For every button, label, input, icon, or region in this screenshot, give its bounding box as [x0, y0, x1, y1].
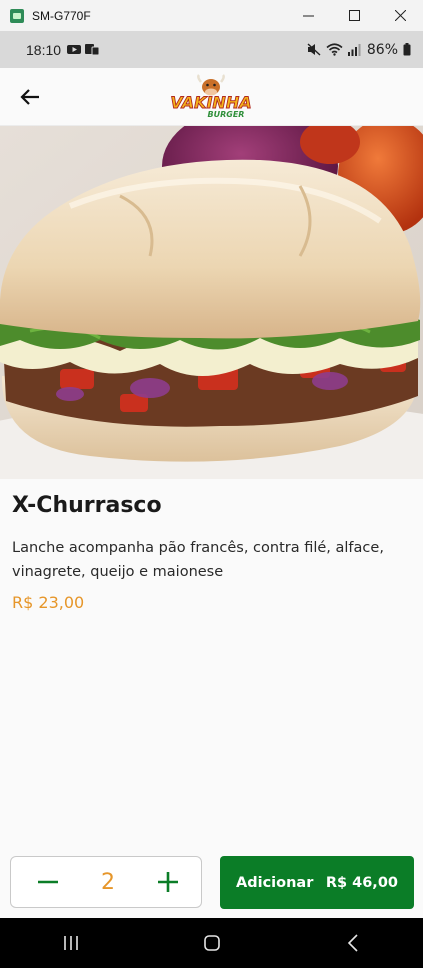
- back-button[interactable]: [10, 77, 50, 117]
- vakinha-burger-logo: VAKINHA BURGER: [170, 74, 252, 119]
- youtube-icon: [67, 45, 82, 54]
- window-title: SM-G770F: [32, 8, 91, 23]
- wifi-icon: [326, 43, 343, 56]
- mute-icon: [307, 43, 321, 56]
- add-button-label: Adicionar: [236, 874, 314, 891]
- android-navigation-bar: [0, 918, 423, 968]
- screen-mirror-icon: [85, 44, 100, 55]
- battery-icon: [403, 43, 411, 56]
- window-titlebar: SM-G770F: [0, 0, 423, 32]
- minimize-window-button[interactable]: [285, 0, 331, 31]
- back-nav-button[interactable]: [323, 923, 383, 963]
- signal-icon: [347, 44, 361, 56]
- add-to-cart-button[interactable]: Adicionar R$ 46,00: [220, 856, 414, 909]
- status-bar: 18:10 86%: [0, 31, 423, 68]
- product-details: X-Churrasco Lanche acompanha pão francês…: [0, 479, 423, 612]
- product-description: Lanche acompanha pão francês, contra fil…: [12, 540, 384, 580]
- close-window-button[interactable]: [377, 0, 423, 31]
- quantity-stepper: 2: [10, 856, 202, 908]
- minus-icon: [38, 880, 58, 884]
- bottom-actions: 2 Adicionar R$ 46,00: [0, 856, 423, 918]
- quantity-value: 2: [101, 869, 115, 895]
- status-notification-icons: [67, 44, 100, 55]
- maximize-window-button[interactable]: [331, 0, 377, 31]
- decrease-quantity-button[interactable]: [35, 869, 61, 895]
- product-name: X-Churrasco: [12, 493, 162, 518]
- home-button[interactable]: [182, 923, 242, 963]
- status-system-icons: 86%: [307, 42, 411, 58]
- window-controls: [285, 0, 423, 31]
- product-price: R$ 23,00: [12, 593, 85, 612]
- recent-apps-button[interactable]: [41, 923, 101, 963]
- add-button-total: R$ 46,00: [325, 874, 398, 891]
- minimize-icon: [302, 15, 314, 17]
- arrow-back-icon: [20, 88, 39, 105]
- close-icon: [394, 10, 406, 21]
- chevron-left-icon: [347, 934, 358, 952]
- increase-quantity-button[interactable]: [155, 869, 181, 895]
- plus-icon: [158, 872, 178, 892]
- battery-level: 86%: [366, 41, 398, 58]
- home-icon: [203, 935, 220, 951]
- app-window-icon: [10, 8, 24, 23]
- phone-screen: 18:10 86% VAKINHA BURGER X-Churrasco Lan…: [0, 31, 423, 968]
- maximize-icon: [348, 10, 360, 21]
- app-bar: VAKINHA BURGER: [0, 68, 423, 126]
- logo-word-burger: BURGER: [208, 110, 245, 119]
- status-time: 18:10: [26, 41, 62, 58]
- recent-apps-icon: [63, 936, 78, 950]
- product-image: [0, 126, 423, 479]
